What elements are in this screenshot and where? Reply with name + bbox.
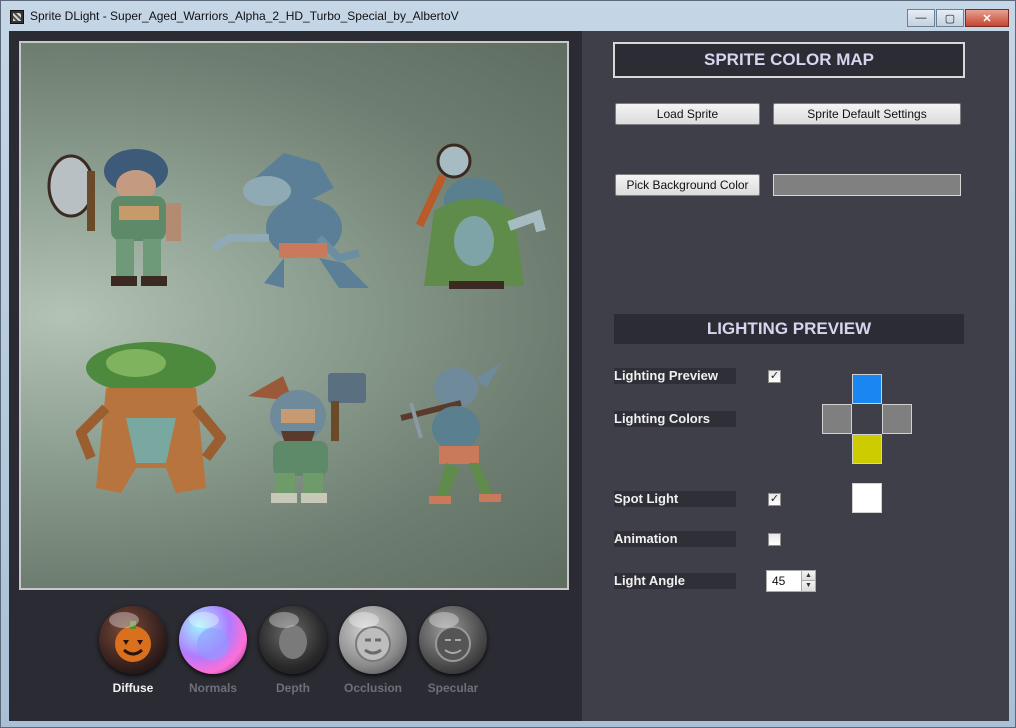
minimize-button[interactable]: —: [907, 9, 935, 27]
light-color-left-swatch[interactable]: [822, 404, 852, 434]
map-label-occlusion: Occlusion: [343, 681, 402, 695]
map-label-depth: Depth: [276, 681, 310, 695]
sprite-default-settings-button[interactable]: Sprite Default Settings: [773, 103, 961, 125]
animation-checkbox[interactable]: [768, 533, 781, 546]
sprite-dwarf-hammer-warrior: [248, 373, 366, 503]
lighting-preview-checkbox[interactable]: ✓: [768, 370, 781, 383]
lighting-colors-label: Lighting Colors: [614, 411, 736, 427]
spot-light-color-swatch[interactable]: [852, 483, 882, 513]
sprite-orc-axe-warrior: [47, 149, 181, 286]
load-sprite-button[interactable]: Load Sprite: [615, 103, 760, 125]
map-label-specular: Specular: [427, 681, 479, 695]
lighting-preview-label: Lighting Preview: [614, 368, 736, 384]
spot-light-label: Spot Light: [614, 491, 736, 507]
settings-pane: SPRITE COLOR MAP Load Sprite Sprite Defa…: [582, 31, 1009, 721]
client-area: Diffuse Normals Depth Occlusion Specular…: [9, 31, 1009, 721]
pick-background-color-button[interactable]: Pick Background Color: [615, 174, 760, 196]
maximize-button[interactable]: ▢: [936, 9, 964, 27]
close-button[interactable]: ✕: [965, 9, 1009, 27]
window-title: Sprite DLight - Super_Aged_Warriors_Alph…: [30, 9, 459, 23]
map-button-diffuse[interactable]: Diffuse: [98, 606, 168, 695]
sprite-preview-canvas[interactable]: [19, 41, 569, 590]
map-button-specular[interactable]: Specular: [418, 606, 488, 695]
map-button-occlusion[interactable]: Occlusion: [338, 606, 408, 695]
specular-sphere-icon: [419, 606, 487, 674]
sprite-werewolf: [211, 153, 369, 288]
spot-light-checkbox[interactable]: ✓: [768, 493, 781, 506]
animation-label: Animation: [614, 531, 736, 547]
depth-sphere-icon: [259, 606, 327, 674]
map-button-depth[interactable]: Depth: [258, 606, 328, 695]
sprite-treant: [76, 342, 226, 493]
light-angle-value[interactable]: 45: [772, 574, 785, 588]
light-angle-label: Light Angle: [614, 573, 736, 589]
map-button-normals[interactable]: Normals: [178, 606, 248, 695]
normals-sphere-icon: [179, 606, 247, 674]
sprite-goblin-crossbow: [400, 363, 501, 504]
app-icon: [10, 10, 24, 24]
lighting-preview-heading: LIGHTING PREVIEW: [614, 314, 964, 344]
sprite-color-map-heading: SPRITE COLOR MAP: [613, 42, 965, 78]
background-color-field[interactable]: [773, 174, 961, 196]
light-color-bottom-swatch[interactable]: [852, 434, 882, 464]
sprite-green-robed-mage: [415, 143, 546, 289]
title-bar[interactable]: Sprite DLight - Super_Aged_Warriors_Alph…: [1, 1, 1016, 31]
preview-pane: Diffuse Normals Depth Occlusion Specular: [9, 31, 582, 721]
light-color-right-swatch[interactable]: [882, 404, 912, 434]
diffuse-pumpkin-icon: [99, 606, 167, 674]
map-label-normals: Normals: [188, 681, 238, 695]
app-window: Sprite DLight - Super_Aged_Warriors_Alph…: [0, 0, 1016, 728]
spin-up-icon[interactable]: ▲: [801, 571, 815, 581]
spin-down-icon[interactable]: ▼: [801, 581, 815, 591]
light-angle-spinbox[interactable]: 45 ▲ ▼: [766, 570, 816, 592]
light-color-top-swatch[interactable]: [852, 374, 882, 404]
map-label-diffuse: Diffuse: [112, 681, 154, 695]
occlusion-sphere-icon: [339, 606, 407, 674]
